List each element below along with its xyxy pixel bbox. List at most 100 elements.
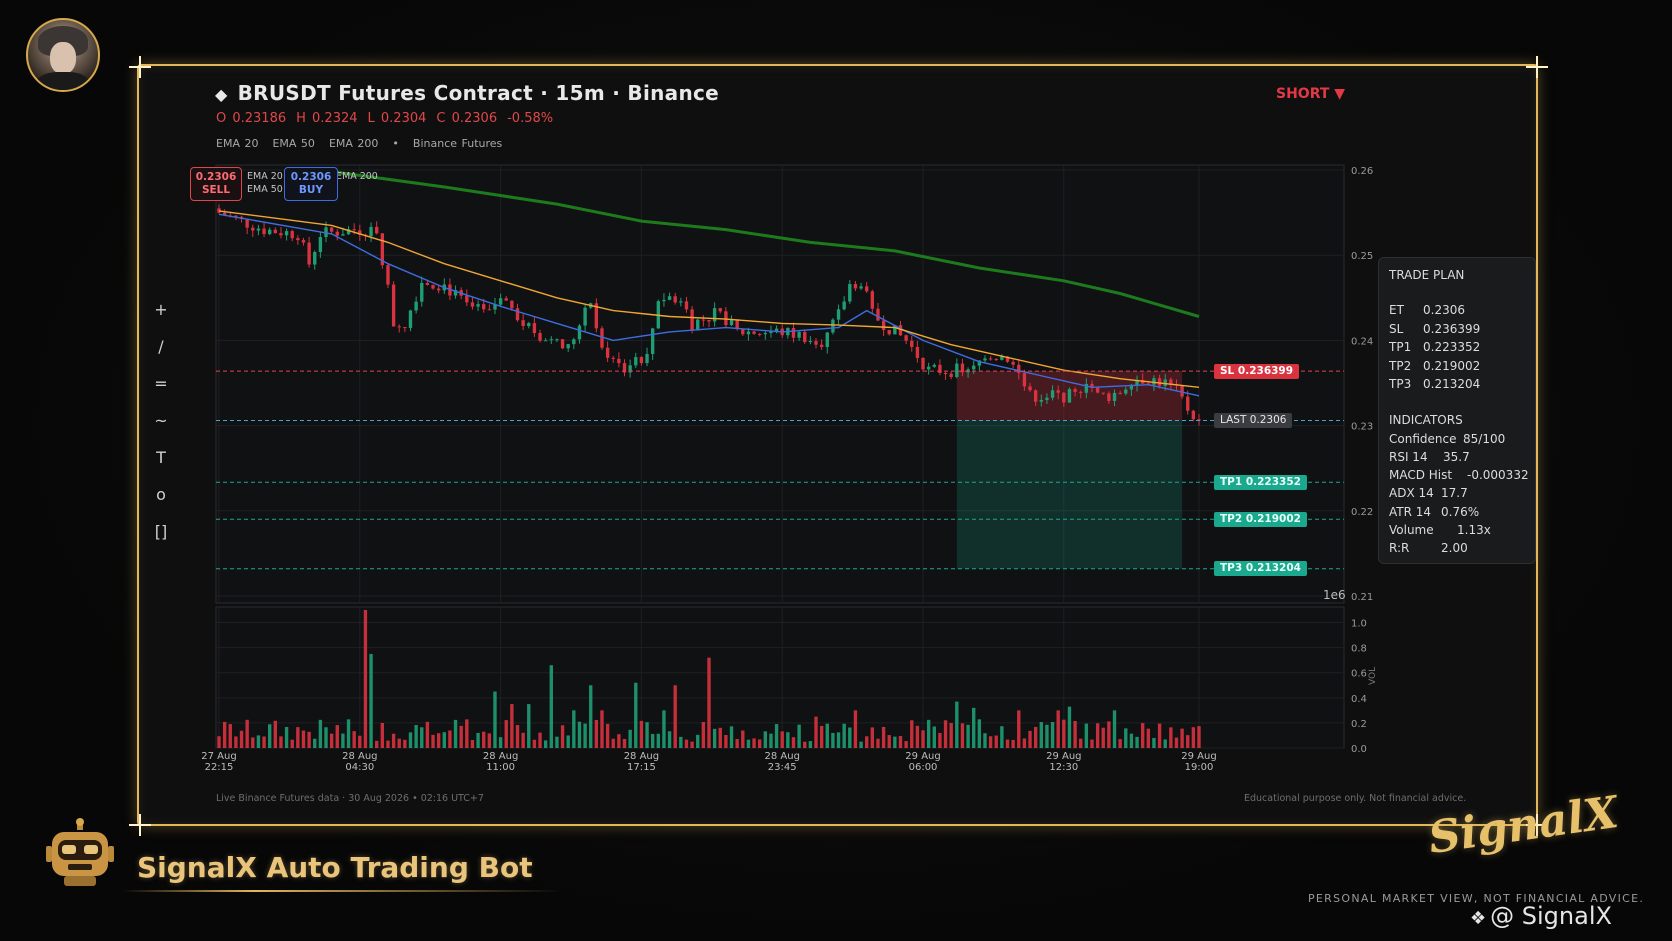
- time-tick-label: 29 Aug: [1181, 751, 1216, 762]
- volume-bar: [865, 736, 869, 748]
- volume-bar: [1112, 710, 1117, 748]
- candle-body: [1180, 385, 1184, 397]
- sell-price: 0.2306: [195, 171, 237, 183]
- candle-body: [482, 304, 486, 310]
- volume-bar: [431, 734, 435, 748]
- candle-body: [256, 228, 261, 231]
- candle-body: [611, 357, 615, 359]
- sell-button[interactable]: 0.2306 SELL: [190, 167, 242, 201]
- volume-bar: [363, 610, 368, 748]
- candle-body: [555, 339, 559, 341]
- volume-bar: [318, 719, 323, 748]
- volume-bar: [825, 723, 829, 748]
- candle-body: [955, 363, 959, 378]
- volume-bar: [774, 724, 779, 748]
- tp3-level-tag[interactable]: TP3 0.213204: [1214, 561, 1307, 577]
- volume-bar: [1011, 739, 1015, 748]
- disclaimer-small: Educational purpose only. Not financial …: [1244, 793, 1467, 804]
- trade-plan-panel: TRADE PLAN ET 0.2306 SL 0.236399 TP1 0.223352…: [1378, 257, 1536, 564]
- indicators-title: INDICATORS: [1389, 412, 1463, 427]
- candle-body: [369, 226, 373, 237]
- last-price-tag: LAST 0.2306: [1214, 412, 1293, 428]
- volume-bar: [1045, 724, 1049, 748]
- candle-body: [876, 308, 880, 321]
- candle-body: [307, 242, 311, 265]
- candle-body: [583, 307, 587, 326]
- volume-bar: [1000, 726, 1004, 748]
- candle-body: [1056, 390, 1060, 393]
- sl-level-tag[interactable]: SL 0.236399: [1214, 363, 1300, 379]
- candle-body: [735, 319, 739, 330]
- candle-body: [549, 339, 553, 341]
- trade-plan-title: TRADE PLAN: [1389, 268, 1465, 282]
- candle-body: [465, 295, 469, 303]
- volume-bar: [966, 724, 970, 748]
- price-tick-label: 0.22: [1351, 507, 1373, 518]
- social-handle[interactable]: ❖ @ SignalX: [1470, 902, 1612, 930]
- volume-bar: [256, 735, 261, 748]
- volume-bar: [408, 732, 413, 748]
- volume-bar: [1107, 721, 1111, 748]
- volume-bar: [532, 739, 537, 748]
- candle-body: [859, 286, 863, 289]
- volume-bar: [1163, 739, 1167, 748]
- volume-bar: [453, 719, 458, 748]
- volume-bar: [425, 721, 430, 748]
- indicator-volume: Volume 1.13x: [1389, 523, 1491, 537]
- volume-bar: [1090, 739, 1094, 748]
- tp2-level-tag[interactable]: TP2 0.219002: [1214, 511, 1307, 527]
- tp1-level-tag[interactable]: TP1 0.223352: [1214, 474, 1307, 490]
- candle-body: [341, 234, 345, 236]
- candle-body: [994, 359, 998, 361]
- volume-bar: [1017, 710, 1021, 748]
- candle-body: [769, 331, 773, 334]
- candle-body: [1073, 389, 1077, 392]
- volume-bar: [932, 726, 936, 748]
- volume-bar: [391, 733, 396, 748]
- volume-bar: [1028, 730, 1032, 748]
- volume-bar: [1039, 722, 1043, 748]
- candle-body: [538, 333, 542, 341]
- price-tick-label: 0.24: [1351, 336, 1373, 347]
- volume-bar: [369, 653, 373, 748]
- volume-bar: [842, 723, 846, 748]
- candle-body: [436, 288, 441, 291]
- candle-body: [1039, 399, 1043, 402]
- volume-bar: [510, 704, 514, 748]
- volume-tick-label: 0.6: [1351, 669, 1367, 680]
- volume-bar: [341, 733, 345, 748]
- candle-body: [577, 325, 582, 340]
- time-tick-label: 04:30: [345, 762, 374, 773]
- candle-body: [679, 301, 683, 303]
- volume-bar: [1067, 706, 1072, 748]
- volume-bar: [448, 730, 452, 748]
- candle-body: [313, 252, 317, 265]
- buy-button[interactable]: 0.2306 BUY: [284, 167, 338, 201]
- sell-label: SELL: [201, 184, 231, 196]
- candle-body: [831, 319, 835, 333]
- volume-bar: [645, 722, 649, 748]
- candle-body: [1050, 390, 1055, 398]
- candle-body: [566, 344, 570, 349]
- candle-body: [673, 296, 677, 303]
- candle-body: [887, 330, 891, 335]
- candle-body: [498, 298, 503, 305]
- volume-bar: [898, 736, 903, 748]
- candle-body: [645, 353, 649, 364]
- candle-body: [375, 226, 379, 234]
- volume-bar: [386, 740, 390, 748]
- candle-body: [814, 341, 818, 345]
- volume-bar: [273, 720, 278, 748]
- volume-bar: [887, 735, 891, 748]
- volume-bar: [780, 731, 784, 748]
- candle-body: [296, 238, 300, 241]
- candle-body: [251, 227, 255, 231]
- volume-bar: [662, 710, 666, 748]
- volume-bar: [234, 736, 238, 748]
- candle-body: [1067, 389, 1072, 403]
- price-multiplier-label: 1e6: [1323, 588, 1346, 602]
- candle-body: [572, 339, 576, 345]
- volume-bar: [859, 741, 863, 748]
- price-tick-label: 0.21: [1351, 592, 1373, 603]
- candle-body: [1011, 361, 1015, 365]
